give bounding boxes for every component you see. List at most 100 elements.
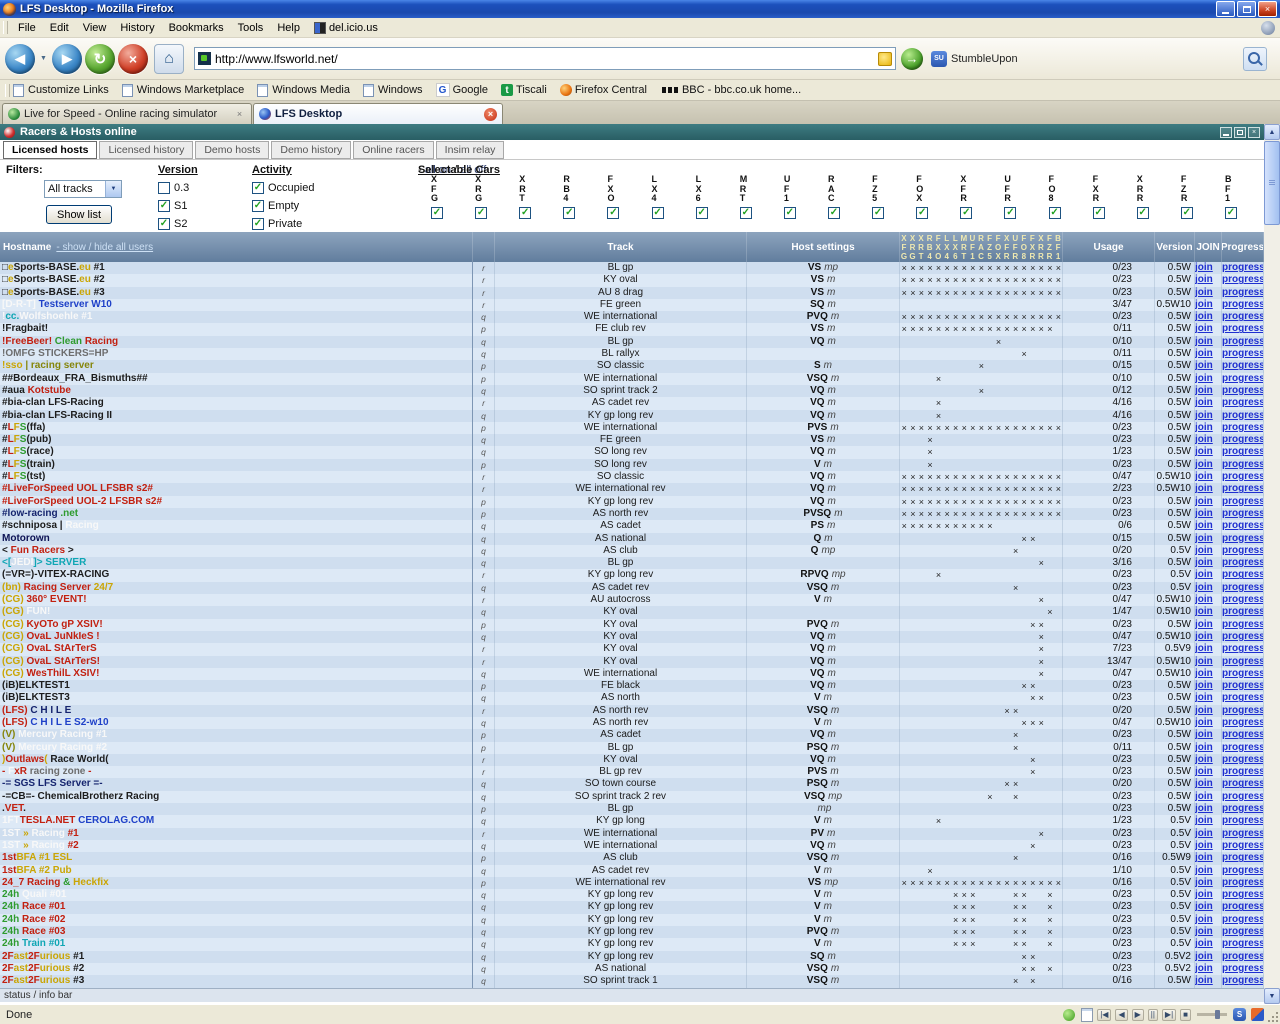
join-link[interactable]: join — [1195, 409, 1222, 422]
join-link[interactable]: join — [1195, 680, 1222, 693]
progress-link[interactable]: progress — [1222, 507, 1264, 521]
join-link[interactable]: join — [1195, 569, 1222, 582]
close-button[interactable]: × — [1258, 1, 1277, 17]
host-name[interactable]: < Fun Racers > — [0, 544, 473, 558]
join-link[interactable]: join — [1195, 704, 1222, 717]
activity-option-empty[interactable]: ✓ Empty — [252, 198, 299, 213]
progress-link[interactable]: progress — [1222, 975, 1264, 988]
stumbleupon-label[interactable]: StumbleUpon — [951, 53, 1018, 65]
tab-close-icon[interactable]: × — [484, 107, 497, 121]
join-link[interactable]: join — [1195, 901, 1222, 914]
progress-link[interactable]: progress — [1222, 458, 1264, 472]
join-link[interactable]: join — [1195, 667, 1222, 681]
menu-help[interactable]: Help — [270, 19, 307, 37]
join-link[interactable]: join — [1195, 926, 1222, 939]
progress-link[interactable]: progress — [1222, 803, 1264, 816]
chevron-down-icon[interactable]: ▼ — [105, 181, 121, 197]
car-checkbox-fxo[interactable]: ✓ — [607, 206, 620, 219]
progress-link[interactable]: progress — [1222, 741, 1264, 754]
car-checkbox-fzr[interactable]: ✓ — [1180, 206, 1193, 219]
host-name[interactable]: 24h Race #02 — [0, 913, 473, 927]
host-name[interactable]: #LFS(train) — [0, 458, 473, 472]
progress-link[interactable]: progress — [1222, 704, 1264, 717]
bookmark-windows[interactable]: Windows — [362, 83, 423, 97]
host-name[interactable]: 2Fast2Furious #3 — [0, 975, 473, 988]
progress-link[interactable]: progress — [1222, 471, 1264, 484]
browser-tab-1[interactable]: Live for Speed - Online racing simulator… — [2, 103, 252, 124]
host-name[interactable]: #aua Kotstube — [0, 384, 473, 398]
page-tab-licensed-history[interactable]: Licensed history — [99, 140, 194, 159]
page-tab-online-racers[interactable]: Online racers — [353, 140, 434, 159]
search-magnifier-icon[interactable] — [1243, 46, 1267, 71]
host-name[interactable]: 24_7 Racing & Heckfix — [0, 876, 473, 890]
progress-link[interactable]: progress — [1222, 409, 1264, 422]
host-name[interactable]: -=CB=- ChemicalBrotherz Racing — [0, 790, 473, 804]
join-link[interactable]: join — [1195, 643, 1222, 656]
stop-button[interactable]: × — [118, 43, 148, 74]
media-control-icon[interactable]: ▶ — [1131, 1008, 1144, 1021]
activity-option-occupied[interactable]: ✓ Occupied — [252, 180, 314, 195]
widget-close-button[interactable]: × — [1248, 126, 1260, 138]
host-name[interactable]: #LiveForSpeed UOL LFSBR s2# — [0, 483, 473, 496]
url-bar[interactable]: http://www.lfsworld.net/ — [194, 47, 896, 70]
host-name[interactable]: (LFS) C H I L E S2-w10 — [0, 716, 473, 730]
bookmark-windows-marketplace[interactable]: Windows Marketplace — [121, 83, 244, 97]
join-link[interactable]: join — [1195, 421, 1222, 435]
host-name[interactable]: 1stBFA #2 Pub — [0, 864, 473, 877]
host-name[interactable]: #bia-clan LFS-Racing II — [0, 409, 473, 422]
update-notifier-icon[interactable] — [1063, 1008, 1076, 1021]
join-link[interactable]: join — [1195, 975, 1222, 988]
browser-tab-2[interactable]: LFS Desktop × — [253, 103, 503, 124]
host-name[interactable]: 24h Race #03 — [0, 926, 473, 939]
join-link[interactable]: join — [1195, 716, 1222, 730]
progress-link[interactable]: progress — [1222, 569, 1264, 582]
checkbox[interactable]: ✓ — [252, 199, 264, 212]
progress-link[interactable]: progress — [1222, 926, 1264, 939]
progress-link[interactable]: progress — [1222, 446, 1264, 459]
progress-link[interactable]: progress — [1222, 348, 1264, 361]
car-checkbox-fz5[interactable]: ✓ — [872, 206, 885, 219]
host-name[interactable]: 24h Race #01 — [0, 901, 473, 914]
host-name[interactable]: - FxR racing zone - — [0, 766, 473, 779]
extension-icon[interactable] — [1251, 1008, 1264, 1021]
join-link[interactable]: join — [1195, 815, 1222, 828]
car-checkbox-fo8[interactable]: ✓ — [1048, 206, 1061, 219]
progress-link[interactable]: progress — [1222, 667, 1264, 681]
host-name[interactable]: (CG) OvaL StArTerS! — [0, 655, 473, 668]
host-name[interactable]: 1ST » Racing #2 — [0, 839, 473, 853]
progress-link[interactable]: progress — [1222, 716, 1264, 730]
join-link[interactable]: join — [1195, 876, 1222, 890]
join-link[interactable]: join — [1195, 495, 1222, 508]
checkbox[interactable]: ✓ — [252, 181, 264, 194]
progress-link[interactable]: progress — [1222, 594, 1264, 607]
join-link[interactable]: join — [1195, 630, 1222, 644]
host-name[interactable]: (CG) OvaL JuNkIeS ! — [0, 630, 473, 644]
join-link[interactable]: join — [1195, 913, 1222, 927]
media-control-icon[interactable]: || — [1147, 1008, 1158, 1021]
host-name[interactable]: #schniposa | Racing — [0, 520, 473, 533]
car-checkbox-bf1[interactable]: ✓ — [1224, 206, 1237, 219]
car-checkbox-xfr[interactable]: ✓ — [960, 206, 973, 219]
host-name[interactable]: 24h Quali #01 — [0, 889, 473, 902]
progress-link[interactable]: progress — [1222, 557, 1264, 570]
join-link[interactable]: join — [1195, 360, 1222, 373]
join-link[interactable]: join — [1195, 581, 1222, 595]
scroll-down-button[interactable]: ▼ — [1264, 988, 1280, 1004]
progress-link[interactable]: progress — [1222, 372, 1264, 385]
menu-view[interactable]: View — [76, 19, 114, 37]
progress-link[interactable]: progress — [1222, 827, 1264, 840]
media-control-icon[interactable]: |◀ — [1097, 1008, 1112, 1021]
go-button[interactable]: → — [901, 47, 923, 70]
bookmark-bbc-bbc-co-uk-home[interactable]: BBC - bbc.co.uk home... — [660, 84, 801, 96]
host-name[interactable]: Motorown — [0, 532, 473, 545]
host-name[interactable]: (CG) WesThilL XSIV! — [0, 667, 473, 681]
checkbox[interactable] — [158, 181, 170, 194]
join-link[interactable]: join — [1195, 778, 1222, 791]
car-checkbox-xrt[interactable]: ✓ — [519, 206, 532, 219]
join-link[interactable]: join — [1195, 384, 1222, 398]
join-link[interactable]: join — [1195, 507, 1222, 521]
join-link[interactable]: join — [1195, 889, 1222, 902]
host-name[interactable]: -= SGS LFS Server =- — [0, 778, 473, 791]
join-link[interactable]: join — [1195, 557, 1222, 570]
host-name[interactable]: [D-R-T] Testserver W10 — [0, 298, 473, 312]
